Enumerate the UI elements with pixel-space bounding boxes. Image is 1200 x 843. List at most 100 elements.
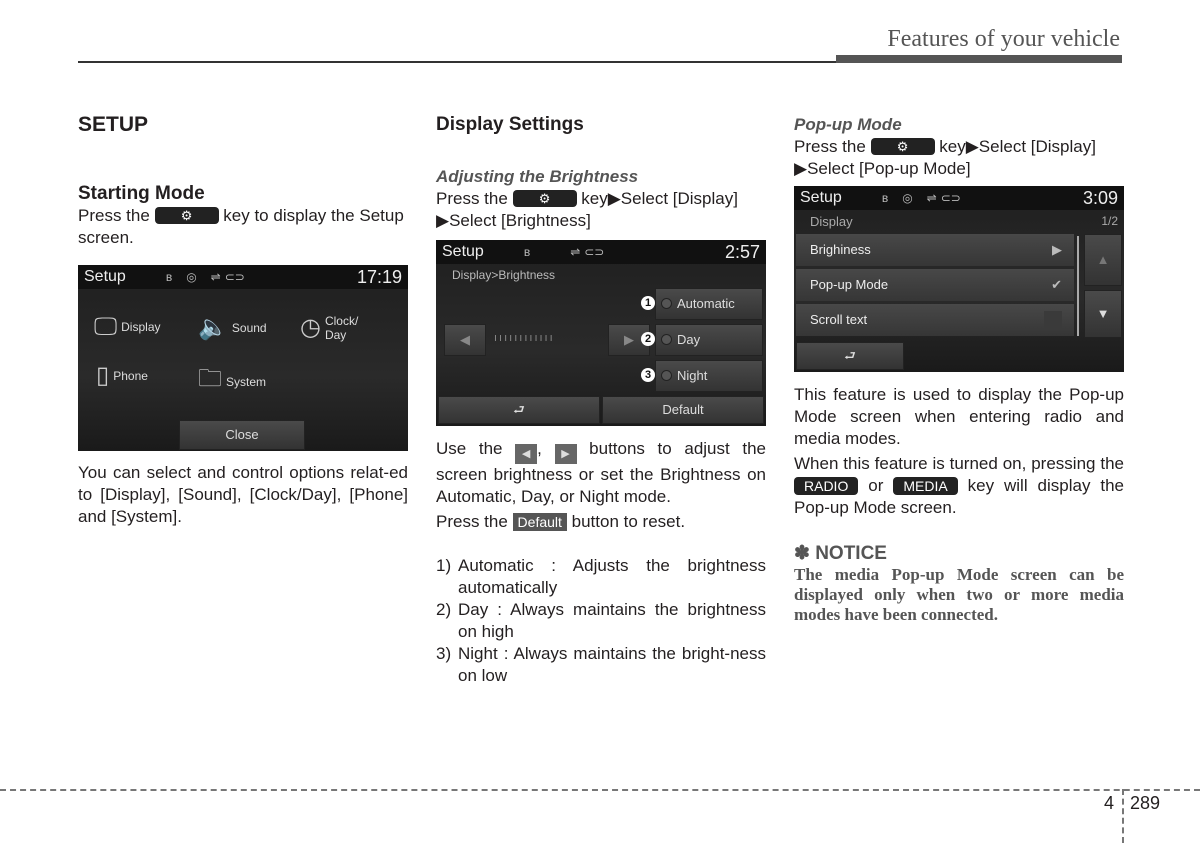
option-label: Automatic xyxy=(677,296,735,311)
list-item: 2) Day : Always maintains the brightness … xyxy=(436,599,766,643)
callout-number: 2 xyxy=(641,332,655,346)
tile-system[interactable]: 🗀 System xyxy=(198,361,266,402)
brightness-decrease-button[interactable]: ◀ xyxy=(444,324,486,356)
scroll-up-button[interactable]: ▲ xyxy=(1084,234,1122,286)
list-number: 2) xyxy=(436,600,452,619)
screen-status-bar: Setup ʙ ⇌ ⊂⊃ 2:57 xyxy=(436,240,766,264)
option-day[interactable]: 2 Day xyxy=(641,324,763,356)
screen-status-bar: Setup ʙ ◎ ⇌ ⊂⊃ 3:09 xyxy=(794,186,1124,210)
list-text: Day : Always maintains the brightness on… xyxy=(458,600,766,641)
page-footer-rule xyxy=(0,789,1200,791)
setup-description: You can select and control options relat… xyxy=(78,463,408,526)
column-display-settings: Display Settings Adjusting the Brightnes… xyxy=(436,114,766,232)
chevron-right-icon: ▶ xyxy=(1052,242,1062,257)
tile-phone[interactable]: ▯ Phone xyxy=(96,361,148,390)
row-label: Pop-up Mode xyxy=(810,277,889,292)
row-brightness[interactable]: Brighiness ▶ xyxy=(796,234,1074,266)
checkbox-unchecked-icon xyxy=(1044,311,1062,329)
text: Press the xyxy=(436,189,508,208)
screen-time: 17:19 xyxy=(356,266,402,287)
right-arrow-icon: ▶ xyxy=(554,444,577,464)
screen-status-bar: Setup ʙ ◎ ⇌ ⊂⊃ 17:19 xyxy=(78,265,408,289)
bluetooth-icon: ʙ xyxy=(881,191,889,205)
list-number: 1) xyxy=(436,556,452,575)
row-label: Brighiness xyxy=(810,242,871,257)
instruction: Press the ⚙ key to display the Setup scr… xyxy=(78,205,408,249)
breadcrumb: Display>Brightness xyxy=(452,268,556,282)
tile-label: System xyxy=(226,374,267,389)
disc-icon: ◎ xyxy=(902,191,913,205)
paragraph: When this feature is turned on, pressing… xyxy=(794,453,1124,519)
media-key-label: MEDIA xyxy=(893,477,958,495)
setup-key-gear-icon: ⚙ xyxy=(870,138,935,155)
text: When this feature is turned on, pressing… xyxy=(794,454,1124,473)
page-header-title: Features of your vehicle xyxy=(887,26,1120,52)
scroll-down-button[interactable]: ▼ xyxy=(1084,290,1122,338)
option-label: Night xyxy=(677,368,708,383)
aux-icon: ⊂⊃ xyxy=(224,270,245,284)
aux-icon: ⊂⊃ xyxy=(584,245,605,259)
brightness-level-bar[interactable]: ıııııııııııı xyxy=(494,332,604,348)
brightness-description: Use the ◀, ▶ buttons to adjust the scree… xyxy=(436,438,766,687)
scrollbar[interactable] xyxy=(1077,236,1079,336)
row-label: Scroll text xyxy=(810,312,868,327)
column-setup: SETUP Starting Mode Press the ⚙ key to d… xyxy=(78,114,408,249)
section-label: Display xyxy=(810,214,853,229)
radio-indicator xyxy=(661,370,672,381)
aux-icon: ⊂⊃ xyxy=(940,191,961,205)
section-title: Display Settings xyxy=(436,114,584,135)
bluetooth-icon: ʙ xyxy=(523,245,531,259)
back-arrow-icon: ⮐ xyxy=(844,348,856,363)
usb-icon: ⇌ xyxy=(210,270,221,284)
row-popup-mode[interactable]: Pop-up Mode ✔ xyxy=(796,269,1074,301)
row-scroll-text[interactable]: Scroll text xyxy=(796,304,1074,336)
display-settings-icon: 🖵 xyxy=(94,313,118,340)
mode-list: 1) Automatic : Adjusts the brightness aut… xyxy=(436,555,766,687)
radio-indicator xyxy=(661,334,672,345)
screen-time: 2:57 xyxy=(724,241,760,262)
popup-mode-screen: Setup ʙ ◎ ⇌ ⊂⊃ 3:09 Display 1/2 Brighine… xyxy=(794,186,1124,372)
subsection-title: Adjusting the Brightness xyxy=(436,167,639,186)
option-automatic[interactable]: 1 Automatic xyxy=(641,288,763,320)
section-number: 4 xyxy=(1104,793,1115,813)
list-item: 3) Night : Always maintains the bright-ne… xyxy=(436,643,766,687)
text: , xyxy=(537,439,542,458)
page-footer-divider xyxy=(1122,789,1124,843)
text: Press the xyxy=(794,137,866,156)
back-button[interactable]: ⮐ xyxy=(438,396,600,424)
list-text: Night : Always maintains the bright-ness… xyxy=(458,644,766,685)
option-night[interactable]: 3 Night xyxy=(641,360,763,392)
tile-sound[interactable]: 🔈 Sound xyxy=(198,313,267,342)
system-folder-icon: 🗀 xyxy=(198,365,222,392)
radio-indicator xyxy=(661,298,672,309)
tile-display[interactable]: 🖵 Display xyxy=(94,313,161,341)
text: Use the xyxy=(436,439,503,458)
text: Press the xyxy=(78,206,150,225)
header-bar xyxy=(836,55,1122,63)
back-arrow-icon: ⮐ xyxy=(513,402,525,417)
screen-time: 3:09 xyxy=(1082,187,1118,208)
setup-key-gear-icon: ⚙ xyxy=(154,207,219,224)
tile-label: Display xyxy=(121,320,161,334)
default-button[interactable]: Default xyxy=(602,396,764,424)
checkbox-checked-icon: ✔ xyxy=(1051,277,1062,292)
phone-icon: ▯ xyxy=(96,362,110,389)
text: or xyxy=(868,476,884,495)
bluetooth-icon: ʙ xyxy=(165,270,173,284)
text: Press the xyxy=(436,512,508,531)
section-title: SETUP xyxy=(78,113,149,136)
tile-label: Sound xyxy=(231,320,267,335)
setup-key-gear-icon: ⚙ xyxy=(512,190,577,207)
tile-clock-day[interactable]: ◷ Clock/ Day xyxy=(300,313,380,342)
disc-icon: ◎ xyxy=(186,270,197,284)
callout-number: 3 xyxy=(641,368,655,382)
list-text: Automatic : Adjusts the brightness autom… xyxy=(458,556,766,597)
list-item: 1) Automatic : Adjusts the brightness aut… xyxy=(436,555,766,599)
popup-description: This feature is used to display the Pop-… xyxy=(794,384,1124,625)
back-button[interactable]: ⮐ xyxy=(796,342,904,370)
left-arrow-icon: ◀ xyxy=(515,444,538,464)
close-button[interactable]: Close xyxy=(179,420,305,450)
list-number: 3) xyxy=(436,644,452,663)
page-indicator: 1/2 xyxy=(1101,214,1118,228)
screen-title: Setup xyxy=(800,189,842,206)
